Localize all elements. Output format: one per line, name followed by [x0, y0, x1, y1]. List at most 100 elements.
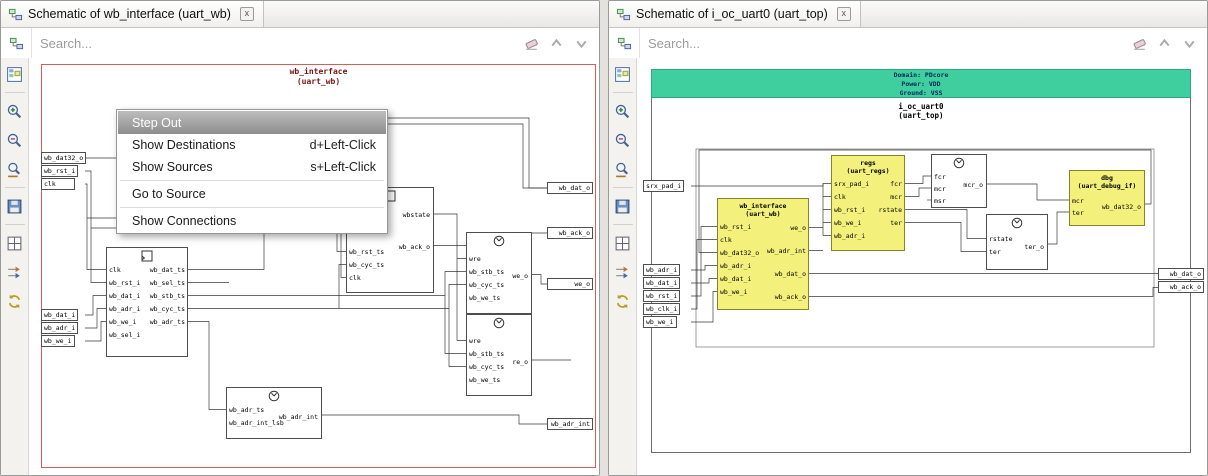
- pin[interactable]: wb_rst_i: [41, 165, 79, 177]
- clear-search-button[interactable]: [522, 34, 540, 52]
- block-regs[interactable]: regs (uart_regs) srx_pad_i clk wb_rst_i wb_…: [831, 155, 905, 251]
- zoom-in-button[interactable]: [612, 100, 634, 122]
- search-next-button[interactable]: [1180, 34, 1198, 52]
- eraser-icon: [523, 35, 540, 52]
- port-label: wb_ack_o: [774, 293, 806, 301]
- input-pins-top[interactable]: wb_dat32_o wb_rst_i clk: [41, 152, 87, 190]
- port-label: rstate: [878, 206, 902, 214]
- flipflop-icon: [141, 250, 153, 262]
- menu-item-step-out[interactable]: Step Out: [118, 111, 386, 134]
- refresh-button[interactable]: [4, 290, 26, 312]
- port-label: rstate: [989, 235, 1013, 243]
- output-pin[interactable]: wb_ack_o: [547, 227, 593, 239]
- pin[interactable]: wb_we_i: [643, 316, 677, 328]
- port-label: wb_rst_i: [834, 206, 866, 214]
- menu-item-show-sources[interactable]: Show Sources s+Left-Click: [118, 156, 386, 178]
- pin[interactable]: wb_adr_i: [41, 322, 79, 334]
- block-write-enable[interactable]: wre wb_stb_ts wb_cyc_ts wb_we_ts we_o: [466, 232, 532, 314]
- save-button[interactable]: [4, 195, 26, 217]
- port-label: ter: [890, 219, 902, 227]
- menu-separator: [120, 207, 384, 208]
- port-label: wb_stb_ts: [469, 268, 505, 276]
- grid-button[interactable]: [4, 232, 26, 254]
- port-label: we_o: [512, 272, 528, 280]
- trace-button[interactable]: [612, 261, 634, 283]
- menu-item-go-to-source[interactable]: Go to Source: [118, 183, 386, 205]
- schematic-canvas[interactable]: wb_interface (uart_wb) wb_dat32_o wb_rst_…: [29, 58, 599, 475]
- input-pins-bottom[interactable]: wb_adr_i wb_dat_i wb_rst_i wb_clk_i wb_we_i: [643, 264, 681, 328]
- block-type: (uart_regs): [846, 167, 890, 175]
- clock-icon: [953, 157, 965, 169]
- refresh-button[interactable]: [612, 290, 634, 312]
- block-address-decode[interactable]: wb_adr_ts wb_adr_int_lsb wb_adr_int: [226, 387, 322, 439]
- port-label: wb_we_i: [720, 288, 748, 296]
- schematic-toolbar: [1, 58, 29, 475]
- zoom-out-button[interactable]: [612, 129, 634, 151]
- zoom-selection-button[interactable]: [612, 158, 634, 180]
- output-pin[interactable]: we_o: [547, 278, 593, 290]
- port-label: wre: [469, 337, 481, 345]
- grid-icon: [614, 235, 631, 252]
- grid-button[interactable]: [612, 232, 634, 254]
- clear-search-button[interactable]: [1130, 34, 1148, 52]
- input-pins-top[interactable]: srx_pad_i: [643, 180, 685, 192]
- output-pin[interactable]: wb_dat_o: [547, 182, 593, 194]
- tab-close-icon[interactable]: x: [239, 7, 254, 21]
- search-actions: [1130, 34, 1207, 52]
- port-label: wb_adr_ts: [149, 318, 185, 326]
- pin[interactable]: srx_pad_i: [643, 180, 685, 192]
- output-pin[interactable]: wb_adr_int: [547, 418, 593, 430]
- pin[interactable]: wb_dat32_o: [41, 152, 87, 164]
- search-previous-button[interactable]: [1155, 34, 1173, 52]
- pin[interactable]: wb_rst_i: [643, 290, 681, 302]
- save-icon: [6, 198, 23, 215]
- port-label: wb_rst_i: [109, 279, 141, 287]
- zoom-in-icon: [6, 103, 23, 120]
- structure-button[interactable]: [4, 63, 26, 85]
- menu-item-show-destinations[interactable]: Show Destinations d+Left-Click: [118, 134, 386, 156]
- save-button[interactable]: [612, 195, 634, 217]
- zoom-selection-button[interactable]: [4, 158, 26, 180]
- port-label: wb_cyc_ts: [349, 261, 385, 269]
- input-pins-bottom[interactable]: wb_dat_i wb_adr_i wb_we_i: [41, 309, 79, 347]
- port-label: Domain: PDcore: [893, 71, 949, 79]
- pin[interactable]: wb_dat_i: [41, 309, 79, 321]
- trace-icon: [614, 264, 631, 281]
- tab-schematic-wb-interface[interactable]: Schematic of wb_interface (uart_wb) x: [1, 1, 264, 27]
- block-wb-interface[interactable]: wb_interface (uart_wb) wb_rst_i clk wb_dat…: [717, 198, 809, 310]
- zoom-out-button[interactable]: [4, 129, 26, 151]
- pin[interactable]: wb_adr_i: [643, 264, 681, 276]
- search-input[interactable]: [32, 35, 522, 51]
- block-ter-logic[interactable]: rstate ter ter_o: [986, 214, 1048, 270]
- zoom-in-button[interactable]: [4, 100, 26, 122]
- menu-item-show-connections[interactable]: Show Connections: [118, 210, 386, 232]
- pin[interactable]: clk: [41, 178, 75, 190]
- trace-button[interactable]: [4, 261, 26, 283]
- port-label: Ground: VSS: [899, 89, 943, 97]
- tab-schematic-i-oc-uart0[interactable]: Schematic of i_oc_uart0 (uart_top) x: [609, 1, 861, 27]
- pin[interactable]: wb_we_i: [41, 335, 75, 347]
- search-options-button[interactable]: [1, 28, 32, 58]
- port-label: mcr: [890, 193, 902, 201]
- tab-bar: Schematic of i_oc_uart0 (uart_top) x: [609, 1, 1207, 28]
- search-previous-button[interactable]: [547, 34, 565, 52]
- structure-button[interactable]: [612, 63, 634, 85]
- block-dbg[interactable]: dbg (uart_debug_if) mcr ter wb_dat32_o: [1069, 170, 1145, 226]
- block-mcr-logic[interactable]: fcr mcr msr mcr_o: [931, 154, 987, 208]
- output-pin[interactable]: wb_ack_o: [1158, 281, 1204, 293]
- search-next-button[interactable]: [572, 34, 590, 52]
- output-pin[interactable]: wb_dat_o: [1158, 268, 1204, 280]
- zoom-selection-icon: [6, 161, 23, 178]
- pin[interactable]: wb_dat_i: [643, 277, 681, 289]
- port-label: wb_cyc_ts: [469, 363, 505, 371]
- module-name: wb_interface: [289, 67, 348, 76]
- block-read-enable[interactable]: wre wb_stb_ts wb_cyc_ts wb_we_ts re_o: [466, 314, 532, 396]
- block-title: dbg (uart_debug_if): [1070, 171, 1144, 190]
- block-register-stage[interactable]: clk wb_rst_i wb_dat_i wb_adr_i wb_we_i wb_sel…: [106, 247, 188, 357]
- schematic-canvas[interactable]: Domain: PDcore Power: VDD Ground: VSS i_oc…: [637, 58, 1207, 475]
- search-input[interactable]: [640, 35, 1130, 51]
- tab-close-icon[interactable]: x: [836, 7, 851, 21]
- toolbar-separator: [612, 224, 633, 225]
- pin[interactable]: wb_clk_i: [643, 303, 681, 315]
- search-options-button[interactable]: [609, 28, 640, 58]
